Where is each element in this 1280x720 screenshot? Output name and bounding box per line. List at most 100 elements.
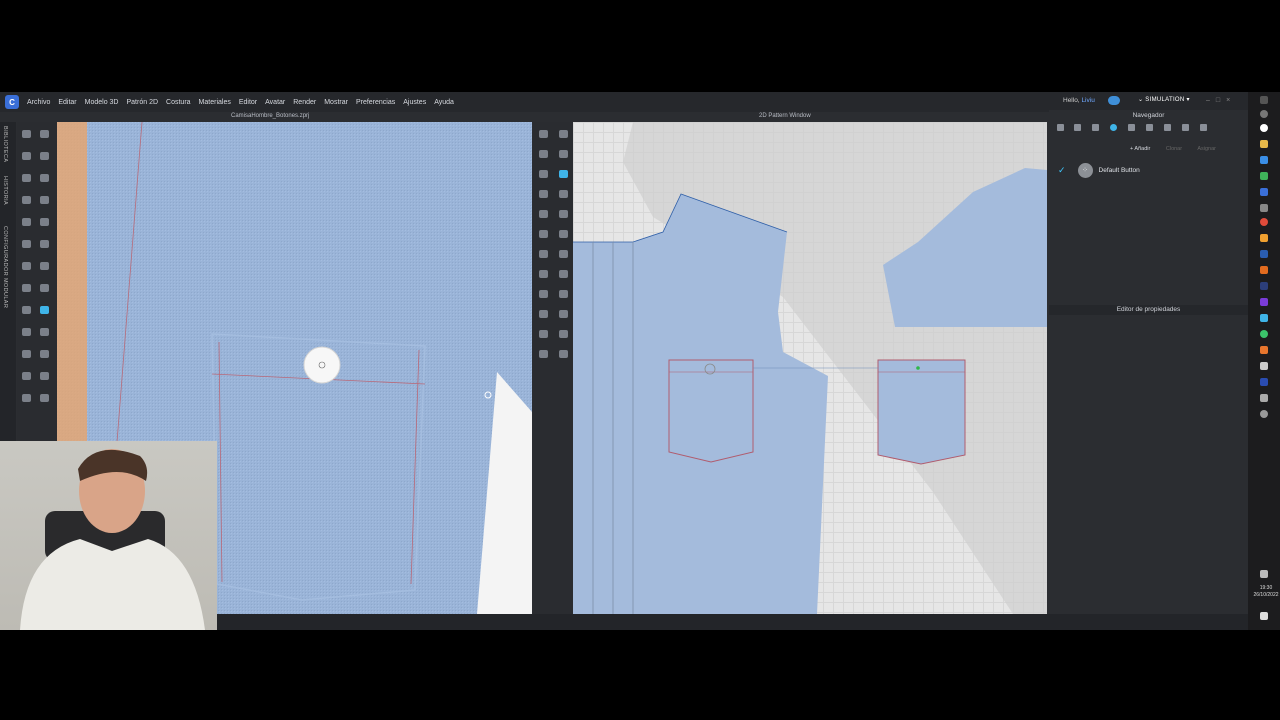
puckering-tool-icon[interactable] (40, 284, 49, 292)
menu-render[interactable]: Render (293, 99, 316, 106)
ruler-icon[interactable] (22, 394, 31, 402)
taskbar-misc-icon[interactable] (1260, 394, 1268, 402)
render-icon[interactable] (22, 372, 31, 380)
taskbar-lr-icon[interactable] (1260, 314, 1268, 322)
taskbar-c-icon[interactable] (1260, 204, 1268, 212)
buttonhole-tool-icon[interactable] (40, 306, 49, 314)
free-sewing-icon[interactable] (539, 270, 548, 278)
viewport-2d[interactable] (573, 122, 1047, 614)
taskbar-notes-icon[interactable] (1260, 362, 1268, 370)
menu-preferencias[interactable]: Preferencias (356, 99, 395, 106)
cloud-icon[interactable] (1108, 96, 1120, 105)
add-button[interactable]: + Añadir (1130, 146, 1150, 152)
garment-tool-icon[interactable] (40, 218, 49, 226)
topstitch-icon[interactable] (539, 290, 548, 298)
annotation-icon[interactable] (539, 330, 548, 338)
taskbar-ae-icon[interactable] (1260, 298, 1268, 306)
zipper-list-icon[interactable] (1200, 124, 1207, 131)
taskbar-whatsapp-icon[interactable] (1260, 330, 1268, 338)
lighting-icon[interactable] (40, 350, 49, 358)
tray-network-icon[interactable] (1260, 570, 1268, 578)
dart-icon[interactable] (539, 230, 548, 238)
tab-biblioteca[interactable]: BIBLIOTECA (2, 126, 8, 162)
edit-curve-icon[interactable] (559, 150, 568, 158)
taskbar-pr-icon[interactable] (1260, 282, 1268, 290)
taskbar-clo-icon[interactable] (1260, 188, 1268, 196)
graphic-tool-icon[interactable] (40, 240, 49, 248)
fold-tool-icon[interactable] (40, 152, 49, 160)
clone-button[interactable]: Clonar (1166, 146, 1182, 152)
graphic-2d-icon[interactable] (559, 310, 568, 318)
strain-map-icon[interactable] (40, 328, 49, 336)
fold-arrangement-icon[interactable] (539, 250, 548, 258)
camera-icon[interactable] (22, 350, 31, 358)
topstitch-list-icon[interactable] (1128, 124, 1135, 131)
fit-map-icon[interactable] (22, 328, 31, 336)
taskbar-chrome-icon[interactable] (1260, 218, 1268, 226)
list-view-icon[interactable] (1057, 124, 1064, 131)
trim-tool-icon[interactable] (22, 262, 31, 270)
ellipse-icon[interactable] (539, 210, 548, 218)
taskbar-explorer-icon[interactable] (1260, 140, 1268, 148)
menu-ajustes[interactable]: Ajustes (403, 99, 426, 106)
mode-selector[interactable]: ⌄ SIMULATION ▾ (1138, 96, 1190, 103)
menu-modelo-3d[interactable]: Modelo 3D (85, 99, 119, 106)
edit-pattern-icon[interactable] (559, 130, 568, 138)
taskbar-app-icon[interactable] (1260, 172, 1268, 180)
notification-icon[interactable] (1260, 612, 1268, 620)
taskbar-settings-icon[interactable] (1260, 410, 1268, 418)
menu-ayuda[interactable]: Ayuda (434, 99, 454, 106)
avatar-tool-icon[interactable] (22, 218, 31, 226)
check-sewing-icon[interactable] (559, 270, 568, 278)
texture-edit-icon[interactable] (539, 310, 548, 318)
pocket-piece-right[interactable] (877, 359, 966, 465)
menu-materiales[interactable]: Materiales (199, 99, 231, 106)
menu-editor[interactable]: Editor (239, 99, 257, 106)
rectangle-icon[interactable] (559, 190, 568, 198)
menu-editar[interactable]: Editar (58, 99, 76, 106)
taskbar-ai-icon[interactable] (1260, 266, 1268, 274)
taskbar-search-icon[interactable] (1260, 110, 1268, 118)
system-clock[interactable]: 19:30 26/10/2022 (1253, 585, 1279, 599)
menu-avatar[interactable]: Avatar (265, 99, 285, 106)
segment-sewing-icon[interactable] (559, 250, 568, 258)
taskbar-id-icon[interactable] (1260, 378, 1268, 386)
pocket-piece-left[interactable] (668, 359, 754, 463)
seam-tool-icon[interactable] (40, 174, 49, 182)
piping-icon[interactable] (559, 290, 568, 298)
move-tool-icon[interactable] (40, 130, 49, 138)
measure-tool-icon[interactable] (40, 196, 49, 204)
menu-mostrar[interactable]: Mostrar (324, 99, 348, 106)
menu-archivo[interactable]: Archivo (27, 99, 50, 106)
taskbar-cortana-icon[interactable] (1260, 124, 1268, 132)
add-point-icon[interactable] (539, 170, 548, 178)
grading-icon[interactable] (539, 350, 548, 358)
tab-configurador-modular[interactable]: CONFIGURADOR MODULAR (2, 226, 8, 308)
taskbar-office-icon[interactable] (1260, 346, 1268, 354)
select-tool-icon[interactable] (22, 130, 31, 138)
segment-tool-icon[interactable] (22, 174, 31, 182)
tab-historia[interactable]: HISTORIA (2, 176, 8, 205)
internal-line-icon[interactable] (559, 210, 568, 218)
measure-2d-icon[interactable] (559, 330, 568, 338)
window-controls[interactable]: –□× (1206, 97, 1236, 104)
transform-pattern-icon[interactable] (539, 130, 548, 138)
assign-button[interactable]: Asignar (1197, 146, 1216, 152)
grid-icon[interactable] (40, 394, 49, 402)
edit-point-icon[interactable] (539, 150, 548, 158)
zipper-tool-icon[interactable] (22, 284, 31, 292)
pin-tool-icon[interactable] (22, 152, 31, 160)
taskbar-start-icon[interactable] (1260, 96, 1268, 104)
trace-icon[interactable] (559, 230, 568, 238)
tack-tool-icon[interactable] (22, 196, 31, 204)
button-tool-icon[interactable] (40, 262, 49, 270)
button-3d[interactable] (303, 346, 341, 384)
piping-list-icon[interactable] (1182, 124, 1189, 131)
taskbar-ps-icon[interactable] (1260, 250, 1268, 258)
fabric-icon[interactable] (1074, 124, 1081, 131)
menu-costura[interactable]: Costura (166, 99, 191, 106)
polygon-icon[interactable] (539, 190, 548, 198)
symmetry-icon[interactable] (559, 350, 568, 358)
button-2d-icon[interactable] (559, 170, 568, 178)
texture-tool-icon[interactable] (22, 240, 31, 248)
